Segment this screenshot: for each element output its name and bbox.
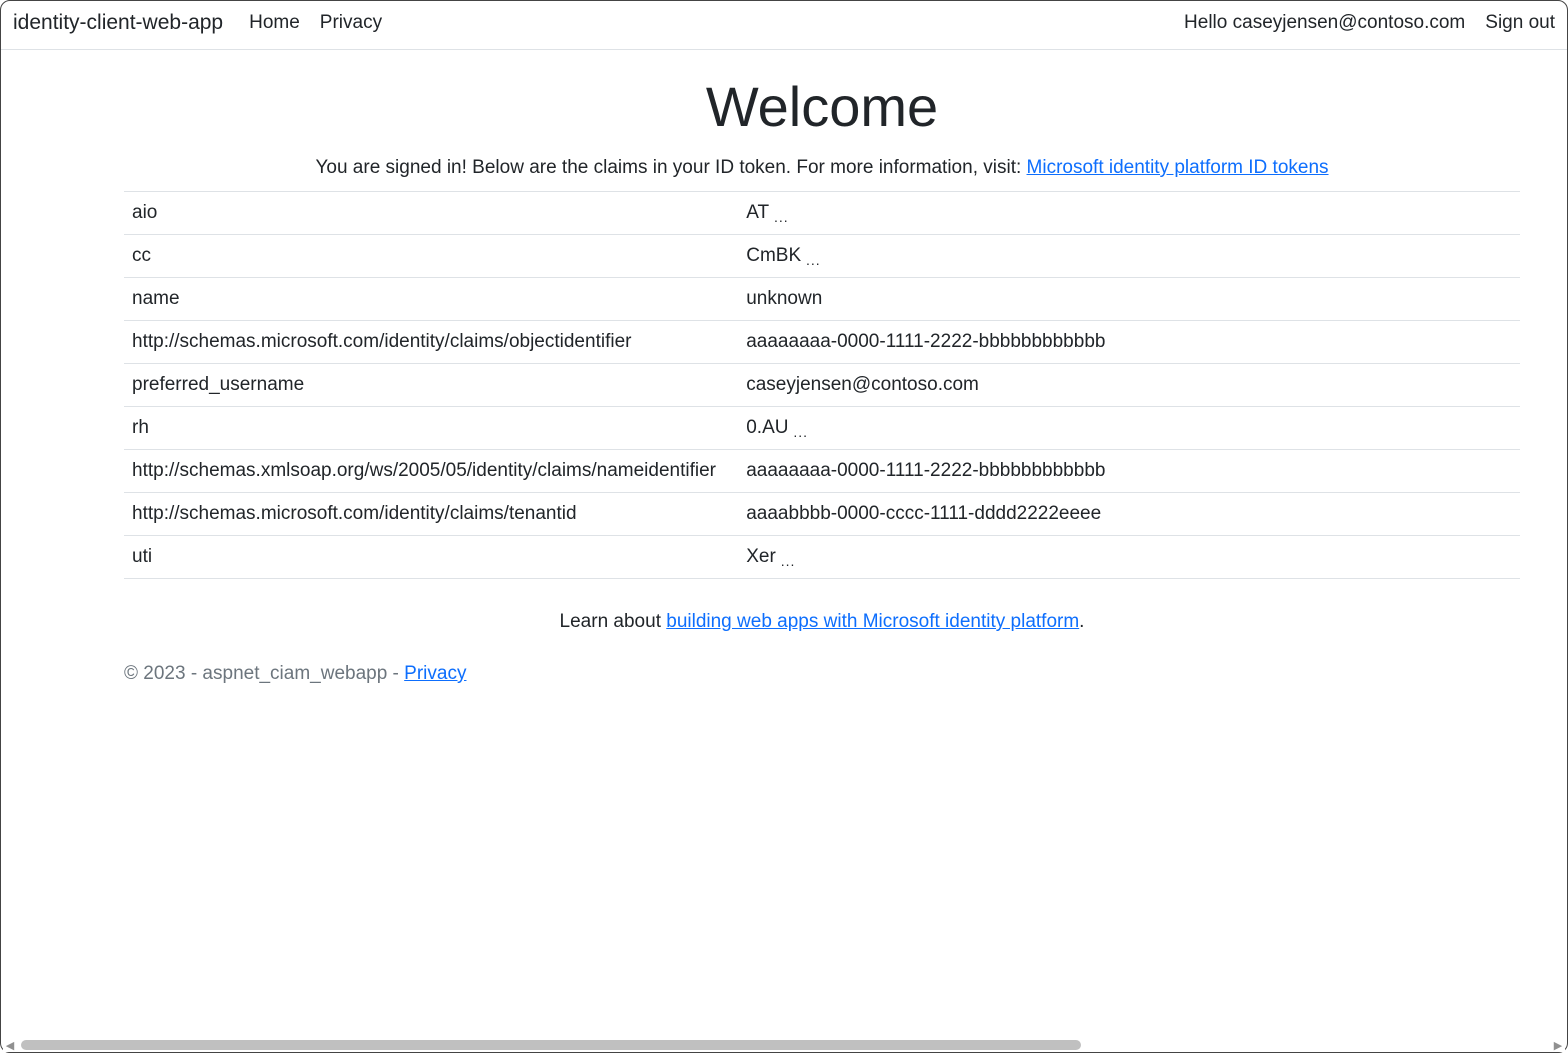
claim-key: http://schemas.xmlsoap.org/ws/2005/05/id… bbox=[124, 450, 738, 493]
table-row: http://schemas.microsoft.com/identity/cl… bbox=[124, 321, 1520, 364]
footer-privacy-link[interactable]: Privacy bbox=[404, 663, 466, 684]
claim-key: aio bbox=[124, 192, 738, 235]
page-title: Welcome bbox=[124, 74, 1520, 139]
claim-key: rh bbox=[124, 407, 738, 450]
navbar: identity-client-web-app Home Privacy Hel… bbox=[1, 1, 1567, 50]
brand-link[interactable]: identity-client-web-app bbox=[13, 11, 223, 35]
scroll-left-arrow-icon[interactable]: ◀ bbox=[3, 1038, 17, 1052]
claim-key: uti bbox=[124, 536, 738, 579]
claim-key: name bbox=[124, 278, 738, 321]
table-row: nameunknown bbox=[124, 278, 1520, 321]
claim-value: unknown bbox=[738, 278, 1520, 321]
nav-right: Hello caseyjensen@contoso.com Sign out bbox=[1184, 12, 1555, 34]
learn-link[interactable]: building web apps with Microsoft identit… bbox=[666, 611, 1079, 632]
table-row: ccCmBK ... bbox=[124, 235, 1520, 278]
claim-value: 0.AU ... bbox=[738, 407, 1520, 450]
learn-suffix: . bbox=[1079, 611, 1084, 632]
claim-key: cc bbox=[124, 235, 738, 278]
claim-value: aaaaaaaa-0000-1111-2222-bbbbbbbbbbbb bbox=[738, 450, 1520, 493]
intro-text: You are signed in! Below are the claims … bbox=[124, 157, 1520, 179]
footer: © 2023 - aspnet_ciam_webapp - Privacy bbox=[124, 659, 1520, 689]
table-row: http://schemas.xmlsoap.org/ws/2005/05/id… bbox=[124, 450, 1520, 493]
claim-key: preferred_username bbox=[124, 364, 738, 407]
footer-copyright: © 2023 - aspnet_ciam_webapp - bbox=[124, 663, 404, 684]
nav-privacy[interactable]: Privacy bbox=[320, 12, 382, 34]
nav-left: identity-client-web-app Home Privacy bbox=[13, 11, 382, 35]
table-row: utiXer ... bbox=[124, 536, 1520, 579]
table-row: rh0.AU ... bbox=[124, 407, 1520, 450]
table-row: aioAT ... bbox=[124, 192, 1520, 235]
claims-table: aioAT ...ccCmBK ...nameunknownhttp://sch… bbox=[124, 191, 1520, 579]
intro-prefix: You are signed in! Below are the claims … bbox=[315, 157, 1026, 178]
main-container: Welcome You are signed in! Below are the… bbox=[36, 74, 1532, 689]
claim-value: CmBK ... bbox=[738, 235, 1520, 278]
claim-value: aaaabbbb-0000-cccc-1111-dddd2222eeee bbox=[738, 493, 1520, 536]
claim-key: http://schemas.microsoft.com/identity/cl… bbox=[124, 493, 738, 536]
scroll-thumb[interactable] bbox=[21, 1040, 1081, 1050]
claim-value: caseyjensen@contoso.com bbox=[738, 364, 1520, 407]
table-row: preferred_usernamecaseyjensen@contoso.co… bbox=[124, 364, 1520, 407]
scroll-right-arrow-icon[interactable]: ▶ bbox=[1551, 1038, 1565, 1052]
nav-home[interactable]: Home bbox=[249, 12, 300, 34]
claim-value: Xer ... bbox=[738, 536, 1520, 579]
horizontal-scrollbar[interactable]: ◀ ▶ bbox=[3, 1038, 1565, 1052]
claim-value: AT ... bbox=[738, 192, 1520, 235]
claim-value: aaaaaaaa-0000-1111-2222-bbbbbbbbbbbb bbox=[738, 321, 1520, 364]
id-tokens-link[interactable]: Microsoft identity platform ID tokens bbox=[1027, 157, 1329, 178]
claim-key: http://schemas.microsoft.com/identity/cl… bbox=[124, 321, 738, 364]
table-row: http://schemas.microsoft.com/identity/cl… bbox=[124, 493, 1520, 536]
learn-text: Learn about building web apps with Micro… bbox=[124, 611, 1520, 633]
learn-prefix: Learn about bbox=[560, 611, 667, 632]
user-greeting: Hello caseyjensen@contoso.com bbox=[1184, 12, 1465, 34]
sign-out-link[interactable]: Sign out bbox=[1485, 12, 1555, 34]
